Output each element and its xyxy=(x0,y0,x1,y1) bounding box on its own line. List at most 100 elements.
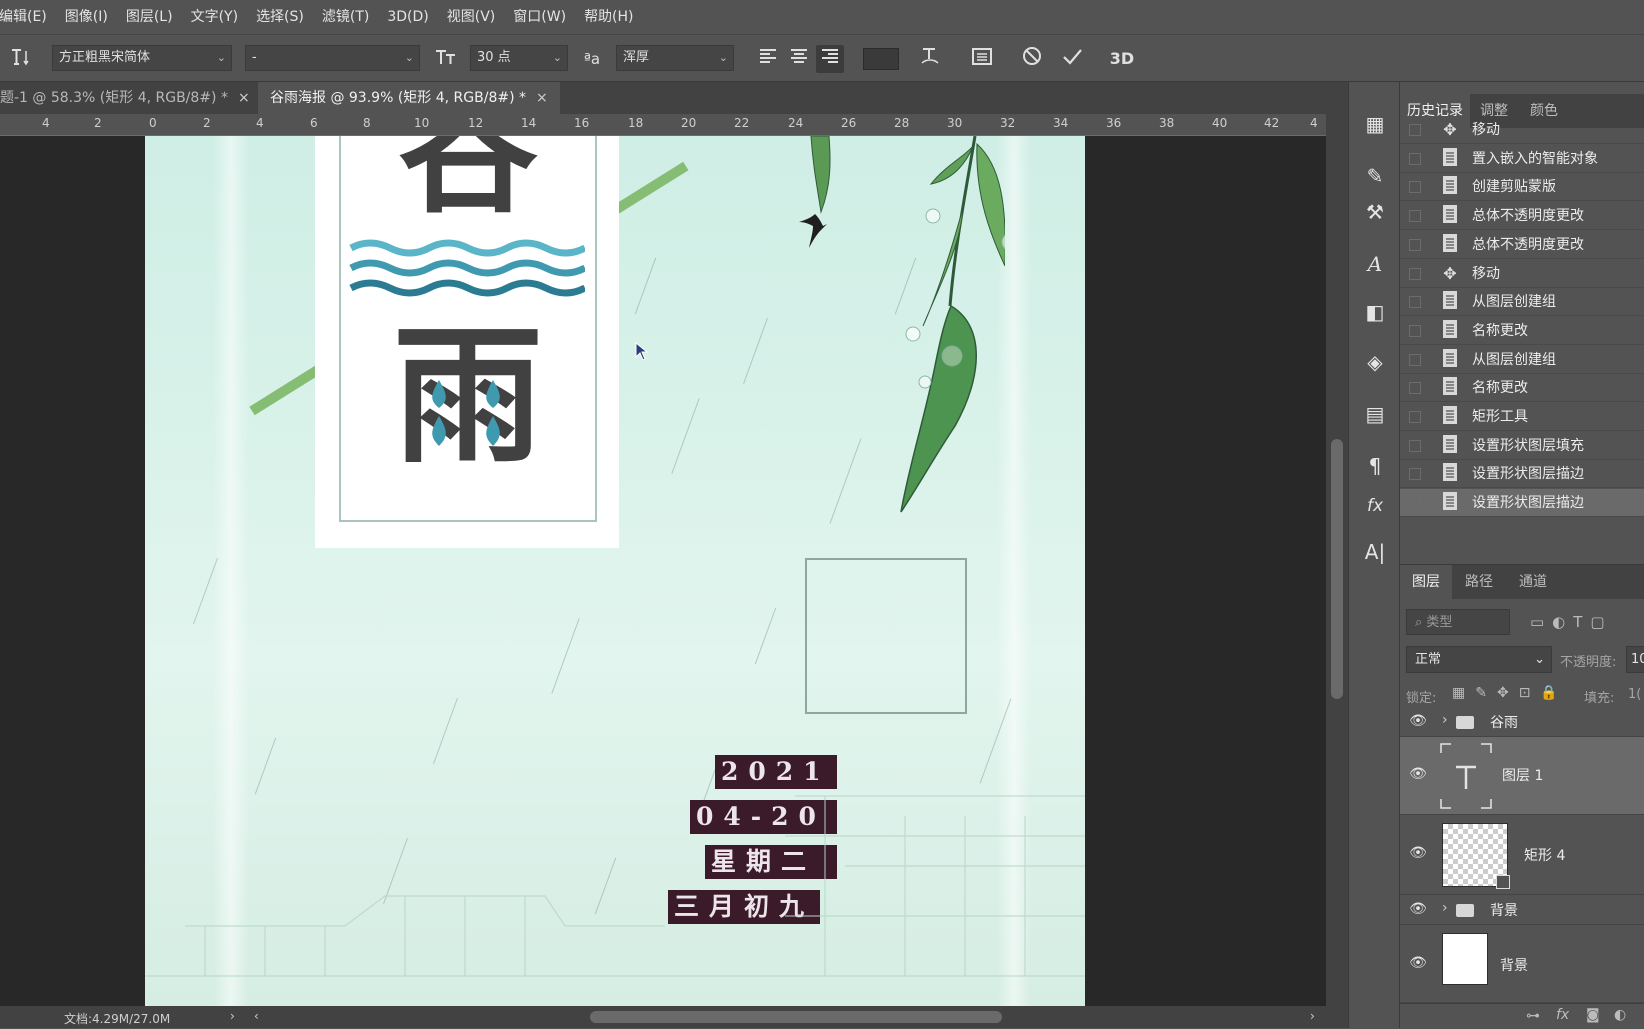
history-snapshot-checkbox[interactable] xyxy=(1409,238,1421,251)
vertical-scroll-thumb[interactable] xyxy=(1331,439,1343,699)
history-item[interactable]: 设置形状图层描边 xyxy=(1400,460,1644,489)
tab-paths[interactable]: 路径 xyxy=(1452,565,1506,599)
canvas-workspace[interactable]: 谷 雨 2021 04-20 星期二 三月初九 xyxy=(0,136,1326,1006)
doc-info-text[interactable]: 文档:4.29M/27.0M xyxy=(64,1010,170,1027)
history-snapshot-checkbox[interactable] xyxy=(1409,411,1421,423)
eye-visibility-icon[interactable]: 👁 xyxy=(1409,713,1427,729)
history-snapshot-checkbox[interactable] xyxy=(1409,468,1421,481)
brush-presets-icon[interactable]: ✎ xyxy=(1361,162,1389,190)
properties-panel-icon[interactable]: ◧ xyxy=(1361,298,1389,326)
history-item[interactable]: 矩形工具 xyxy=(1400,403,1644,431)
history-snapshot-checkbox[interactable] xyxy=(1409,324,1421,337)
title-card[interactable]: 谷 雨 xyxy=(315,136,619,548)
character-panel-icon[interactable] xyxy=(968,45,996,73)
warp-text-icon[interactable] xyxy=(916,45,944,73)
grid-panel-icon[interactable]: ▦ xyxy=(1361,110,1389,138)
menu-image[interactable]: 图像(I) xyxy=(56,0,117,34)
font-size-select[interactable]: 30 点 ⌄ xyxy=(470,45,568,71)
type-tool-icon[interactable] xyxy=(6,45,34,73)
eye-visibility-icon[interactable]: 👁 xyxy=(1409,955,1427,971)
history-item[interactable]: 名称更改 xyxy=(1400,317,1644,345)
chevron-right-icon[interactable]: › xyxy=(230,1009,235,1023)
horizontal-scroll-thumb[interactable] xyxy=(590,1011,1002,1023)
history-item[interactable]: 设置形状图层描边 xyxy=(1400,489,1644,518)
blend-mode-select[interactable]: 正常 ⌄ xyxy=(1406,646,1552,673)
history-snapshot-checkbox[interactable] xyxy=(1409,497,1421,510)
text-color-swatch[interactable] xyxy=(863,48,899,70)
history-snapshot-checkbox[interactable] xyxy=(1409,296,1421,309)
rectangle-4-frame[interactable] xyxy=(805,558,967,714)
chevron-right-icon[interactable]: › xyxy=(1442,900,1448,916)
history-snapshot-checkbox[interactable] xyxy=(1409,210,1421,223)
layer-row-background[interactable]: 👁 背景 xyxy=(1400,925,1644,1003)
menu-edit[interactable]: 编辑(E) xyxy=(0,0,56,34)
history-item[interactable]: 置入嵌入的智能对象 xyxy=(1400,145,1644,173)
history-snapshot-checkbox[interactable] xyxy=(1409,439,1421,452)
tab-document-1[interactable]: 题-1 @ 58.3% (矩形 4, RGB/8#) * × xyxy=(0,82,258,114)
brush-settings-icon[interactable]: ⚒ xyxy=(1361,198,1389,226)
close-icon[interactable]: × xyxy=(536,90,548,106)
eye-visibility-icon[interactable]: 👁 xyxy=(1409,766,1427,782)
history-snapshot-checkbox[interactable] xyxy=(1409,181,1421,194)
layer-row-rectangle-4[interactable]: 👁 矩形 4 xyxy=(1400,815,1644,895)
menu-select[interactable]: 选择(S) xyxy=(247,0,313,34)
opacity-input[interactable]: 10 xyxy=(1626,646,1644,673)
poster-document[interactable]: 谷 雨 2021 04-20 星期二 三月初九 xyxy=(145,136,1085,1006)
commit-check-icon[interactable] xyxy=(1058,45,1086,73)
vertical-scrollbar[interactable] xyxy=(1326,114,1348,1006)
eye-visibility-icon[interactable]: 👁 xyxy=(1409,901,1427,917)
history-snapshot-checkbox[interactable] xyxy=(1409,382,1421,395)
eye-visibility-icon[interactable]: 👁 xyxy=(1409,845,1427,861)
history-snapshot-checkbox[interactable] xyxy=(1409,267,1421,280)
history-item[interactable]: 从图层创建组 xyxy=(1400,288,1644,317)
fill-value[interactable]: 1( xyxy=(1628,687,1641,702)
history-item[interactable]: ✥ 移动 xyxy=(1400,260,1644,288)
history-item[interactable]: 总体不透明度更改 xyxy=(1400,231,1644,259)
menu-3d[interactable]: 3D(D) xyxy=(378,0,437,34)
layer-row-group-guyu[interactable]: 👁 › 谷雨 xyxy=(1400,707,1644,737)
close-icon[interactable]: × xyxy=(238,90,250,106)
3d-panel-icon[interactable]: ◈ xyxy=(1361,348,1389,376)
horizontal-ruler[interactable]: 4 2 0 2 4 6 8 10 12 14 16 18 20 22 24 26… xyxy=(0,114,1326,136)
menu-help[interactable]: 帮助(H) xyxy=(575,0,642,34)
menu-layer[interactable]: 图层(L) xyxy=(117,0,182,34)
notes-panel-icon[interactable]: ▤ xyxy=(1361,400,1389,428)
align-center-icon[interactable] xyxy=(785,45,813,73)
layer-filter-select[interactable]: ⌕ 类型 xyxy=(1406,609,1510,635)
layer-row-text-layer-1[interactable]: 👁 图层 1 xyxy=(1400,737,1644,815)
history-snapshot-checkbox[interactable] xyxy=(1409,124,1421,136)
glyphs-icon[interactable]: A| xyxy=(1361,538,1389,566)
align-right-icon[interactable] xyxy=(816,45,844,73)
add-mask-icon[interactable]: ◙ xyxy=(1586,1007,1600,1023)
history-item[interactable]: 总体不透明度更改 xyxy=(1400,202,1644,231)
3d-button[interactable]: 3D xyxy=(1108,45,1136,73)
history-snapshot-checkbox[interactable] xyxy=(1409,152,1421,165)
tab-channels[interactable]: 通道 xyxy=(1506,565,1560,599)
history-item[interactable]: 从图层创建组 xyxy=(1400,346,1644,374)
adjustment-layer-icon[interactable]: ◐ xyxy=(1614,1007,1626,1023)
paragraph-icon[interactable]: ¶ xyxy=(1361,452,1389,480)
fx-styles-icon[interactable]: fx xyxy=(1361,492,1389,520)
scroll-left-icon[interactable]: ‹ xyxy=(254,1009,259,1023)
history-item[interactable]: 创建剪贴蒙版 xyxy=(1400,173,1644,202)
history-snapshot-checkbox[interactable] xyxy=(1409,353,1421,366)
fx-icon[interactable]: fx xyxy=(1556,1007,1569,1023)
history-item[interactable]: ✥ 移动 xyxy=(1400,116,1644,144)
lock-options-icons[interactable]: ▦✎✥⊡🔒 xyxy=(1452,685,1568,701)
layer-row-group-background[interactable]: 👁 › 背景 xyxy=(1400,895,1644,925)
character-style-icon[interactable]: A xyxy=(1361,250,1389,278)
menu-window[interactable]: 窗口(W) xyxy=(504,0,575,34)
font-family-select[interactable]: 方正粗黑宋简体 ⌄ xyxy=(52,45,232,71)
antialias-select[interactable]: 浑厚 ⌄ xyxy=(616,45,734,71)
link-layers-icon[interactable]: ⊶ xyxy=(1526,1008,1540,1024)
font-style-select[interactable]: - ⌄ xyxy=(245,45,420,71)
scroll-right-icon[interactable]: › xyxy=(1310,1009,1315,1023)
history-item[interactable]: 名称更改 xyxy=(1400,374,1644,403)
tab-layers[interactable]: 图层 xyxy=(1400,565,1452,599)
align-left-icon[interactable] xyxy=(754,45,782,73)
menu-type[interactable]: 文字(Y) xyxy=(182,0,247,34)
history-item[interactable]: 设置形状图层填充 xyxy=(1400,432,1644,460)
cancel-icon[interactable] xyxy=(1018,45,1046,73)
layer-filter-icons[interactable]: ▭◐T▢ xyxy=(1530,613,1613,631)
tab-document-2[interactable]: 谷雨海报 @ 93.9% (矩形 4, RGB/8#) * × xyxy=(258,82,560,114)
